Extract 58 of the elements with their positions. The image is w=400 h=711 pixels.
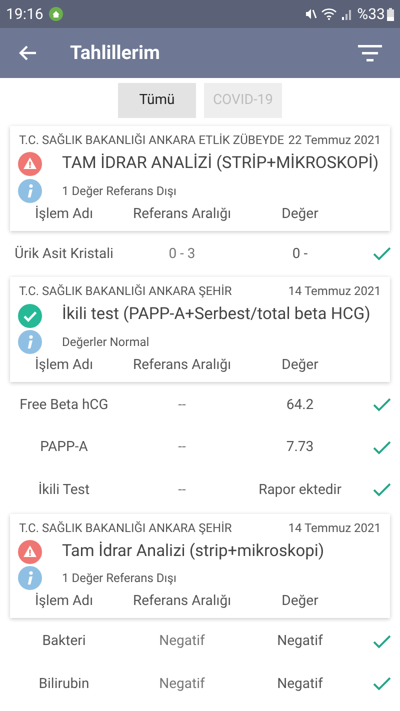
test-title: Tam İdrar Analizi (strip+mikroskopi) xyxy=(62,540,324,562)
status-time: 19:16 xyxy=(6,4,44,25)
info-icon xyxy=(18,330,42,354)
column-header: Referans Aralığı xyxy=(132,356,232,375)
info-icon xyxy=(18,178,42,203)
test-title: TAM İDRAR ANALİZİ (STRİP+MİKROSKOPİ) xyxy=(62,152,379,175)
result-summary: 1 Değer Referans Dışı xyxy=(62,182,176,200)
column-header: İşlem Adı xyxy=(34,592,94,612)
result-date: 14 Temmuz 2021 xyxy=(288,283,381,300)
battery-text: %33 xyxy=(357,4,385,25)
signal-icon xyxy=(341,8,354,20)
test-name: Free Beta hCG xyxy=(18,396,110,415)
result-date: 22 Temmuz 2021 xyxy=(288,132,381,149)
reference-range: Negatif xyxy=(158,632,206,651)
result-card[interactable]: T.C. SAĞLIK BAKANLIĞI ANKARA ŞEHİR 14 Temmuz 2021 Tam İdrar Analizi (strip+mikroskopi) 1 Değer Referans Dışı İşlem Adı Referans Aralığı Değer xyxy=(10,514,390,618)
test-name: İkili Test xyxy=(37,480,91,500)
hospital-name: T.C. SAĞLIK BAKANLIĞI ANKARA ŞEHİR xyxy=(19,283,232,300)
column-header: İşlem Adı xyxy=(34,356,94,375)
column-header: Değer xyxy=(280,356,320,375)
column-header: Referans Aralığı xyxy=(132,204,232,224)
reference-range: -- xyxy=(177,438,187,458)
back-arrow-icon xyxy=(19,45,37,61)
test-value: Negatif xyxy=(276,674,324,694)
column-header: Referans Aralığı xyxy=(132,592,232,612)
screen-title: Tahlillerim xyxy=(70,40,160,66)
hospital-name: T.C. SAĞLIK BAKANLIĞI ANKARA ETLİK ZÜBEYDE xyxy=(19,132,284,149)
test-value: Rapor ektedir xyxy=(258,480,342,500)
test-name: Bakteri xyxy=(41,632,87,651)
column-header: İşlem Adı xyxy=(34,204,94,224)
reference-range: Negatif xyxy=(158,674,206,694)
hospital-name: T.C. SAĞLIK BAKANLIĞI ANKARA ŞEHİR xyxy=(19,520,232,536)
column-header: Değer xyxy=(280,204,320,224)
battery-icon xyxy=(387,8,394,20)
result-card[interactable]: T.C. SAĞLIK BAKANLIĞI ANKARA ETLİK ZÜBEYDE 22 Temmuz 2021 TAM İDRAR ANALİZİ (STRİP+MİKROSKOPİ) 1 Değer Referans Dışı İşlem Adı Referans Aralığı Değer xyxy=(10,126,390,231)
back-button[interactable] xyxy=(18,43,38,63)
filter-icon xyxy=(358,44,382,62)
test-value: 0 - xyxy=(291,244,309,264)
test-name: Ürik Asit Kristali xyxy=(14,244,114,264)
test-name: Bilirubin xyxy=(38,674,90,694)
result-card[interactable]: T.C. SAĞLIK BAKANLIĞI ANKARA ŞEHİR 14 Temmuz 2021 İkili test (PAPP-A+Serbest/total beta HCG) Değerler Normal İşlem Adı Referans Aralığı Değer xyxy=(10,277,390,382)
column-header: Değer xyxy=(280,592,320,612)
reference-range: -- xyxy=(177,396,187,415)
reference-range: -- xyxy=(177,480,187,500)
mute-icon xyxy=(305,8,318,20)
filter-button[interactable] xyxy=(358,43,382,63)
test-value: 7.73 xyxy=(285,438,315,458)
test-title: İkili test (PAPP-A+Serbest/total beta HCG) xyxy=(62,304,370,326)
test-name: PAPP-A xyxy=(39,438,89,458)
test-value: 64.2 xyxy=(285,396,315,415)
test-value: Negatif xyxy=(276,632,324,651)
wifi-icon xyxy=(321,8,338,20)
home-app-icon xyxy=(49,7,64,21)
result-summary: Değerler Normal xyxy=(62,334,150,351)
result-date: 14 Temmuz 2021 xyxy=(288,520,381,536)
info-icon xyxy=(18,566,42,590)
reference-range: 0 - 3 xyxy=(168,244,196,264)
filter-tab[interactable]: Tümü xyxy=(118,83,196,118)
result-summary: 1 Değer Referans Dışı xyxy=(62,570,176,588)
